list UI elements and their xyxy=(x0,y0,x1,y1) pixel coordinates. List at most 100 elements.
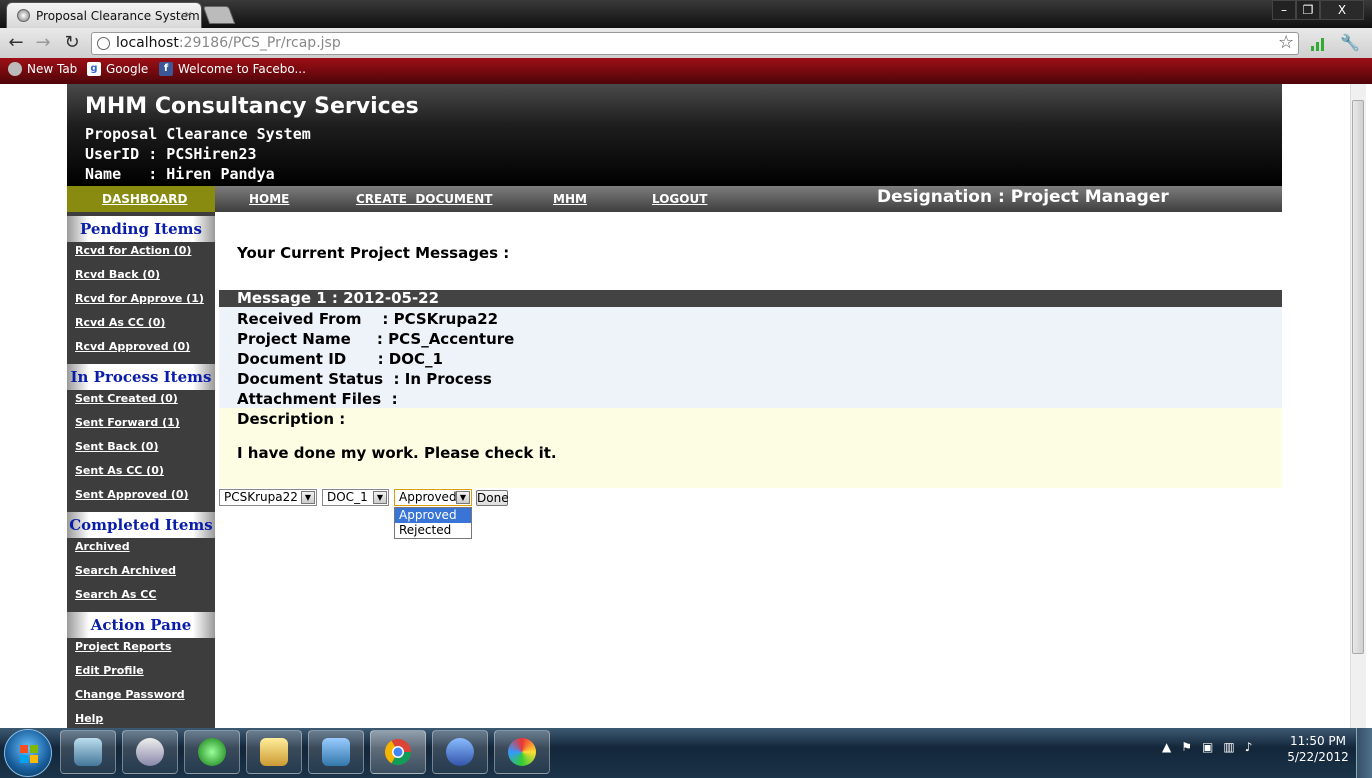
messages-heading: Your Current Project Messages : xyxy=(237,244,510,262)
taskbar-app-dolphin[interactable] xyxy=(432,730,488,774)
sidebar-link-sent-as-cc[interactable]: Sent As CC (0) xyxy=(75,464,164,477)
sidebar-link-sent-forward[interactable]: Sent Forward (1) xyxy=(75,416,180,429)
taskbar-app-paint[interactable] xyxy=(494,730,550,774)
ie-icon xyxy=(198,738,226,766)
system-name: Proposal Clearance System xyxy=(85,125,311,143)
google-icon: g xyxy=(87,62,101,76)
taskbar-app-explorer[interactable] xyxy=(246,730,302,774)
user-select[interactable]: PCSKrupa22 ▼ xyxy=(219,489,317,506)
paint-icon xyxy=(508,738,536,766)
outlook-icon xyxy=(136,738,164,766)
reload-icon[interactable]: ↻ xyxy=(61,32,83,54)
action-pane-heading: Action Pane xyxy=(67,612,215,638)
minimize-button[interactable]: – xyxy=(1272,0,1296,20)
action-center-flag-icon[interactable]: ⚑ xyxy=(1181,740,1192,754)
bookmark-label: Google xyxy=(106,62,149,76)
sidebar-link-search-as-cc[interactable]: Search As CC xyxy=(75,588,156,601)
scrollbar-thumb[interactable] xyxy=(1352,100,1364,654)
photo-viewer-icon xyxy=(322,738,350,766)
taskbar-app-photo-viewer[interactable] xyxy=(308,730,364,774)
chevron-down-icon: ▼ xyxy=(301,491,315,504)
attachment-files-row: Attachment Files : xyxy=(237,390,398,408)
sidebar-link-rcvd-for-action[interactable]: Rcvd for Action (0) xyxy=(75,244,191,257)
forward-arrow-icon[interactable]: → xyxy=(32,32,54,54)
browser-tab[interactable]: Proposal Clearance System × xyxy=(6,2,202,28)
user-id: UserID : PCSHiren23 xyxy=(85,145,257,163)
page-icon xyxy=(97,37,110,50)
message-title: Message 1 : 2012-05-22 xyxy=(219,290,1282,307)
page-favicon-icon xyxy=(17,9,30,22)
sidebar-link-sent-back[interactable]: Sent Back (0) xyxy=(75,440,158,453)
menu-dashboard[interactable]: DASHBOARD xyxy=(67,186,215,212)
taskbar-clock[interactable]: 11:50 PM 5/22/2012 xyxy=(1286,733,1350,765)
maximize-button[interactable]: ❐ xyxy=(1296,0,1320,20)
clock-date: 5/22/2012 xyxy=(1287,750,1349,764)
menu-dashboard-label: DASHBOARD xyxy=(102,192,188,206)
sidebar-link-rcvd-approved[interactable]: Rcvd Approved (0) xyxy=(75,340,190,353)
sidebar-link-edit-profile[interactable]: Edit Profile xyxy=(75,664,144,677)
document-select-value: DOC_1 xyxy=(327,490,368,504)
taskbar-app-virtualbox[interactable] xyxy=(60,730,116,774)
clock-time: 11:50 PM xyxy=(1290,734,1346,748)
company-name: MHM Consultancy Services xyxy=(85,94,419,119)
document-select[interactable]: DOC_1 ▼ xyxy=(322,489,389,506)
menu-mhm[interactable]: MHM xyxy=(553,192,587,206)
done-button[interactable]: Done xyxy=(476,490,509,506)
status-option-rejected[interactable]: Rejected xyxy=(395,523,471,538)
volume-icon[interactable]: ♪ xyxy=(1245,740,1253,754)
taskbar-app-chrome[interactable] xyxy=(370,730,426,774)
chevron-down-icon: ▼ xyxy=(373,491,387,504)
sidebar-link-change-password[interactable]: Change Password xyxy=(75,688,185,701)
signal-extension-icon[interactable] xyxy=(1310,36,1326,51)
designation: Designation : Project Manager xyxy=(877,187,1169,207)
bookmark-new-tab[interactable]: New Tab xyxy=(8,62,77,76)
sidebar-link-archived[interactable]: Archived xyxy=(75,540,130,553)
menu-logout[interactable]: LOGOUT xyxy=(652,192,707,206)
wrench-icon[interactable]: 🔧 xyxy=(1340,33,1360,52)
status-select[interactable]: Approved ▼ xyxy=(394,489,472,506)
sidebar-link-sent-approved[interactable]: Sent Approved (0) xyxy=(75,488,189,501)
sidebar-link-rcvd-for-approve[interactable]: Rcvd for Approve (1) xyxy=(75,292,204,305)
bookmark-label: New Tab xyxy=(27,62,78,76)
explorer-icon xyxy=(260,738,288,766)
bookmark-facebook[interactable]: f Welcome to Facebo... xyxy=(159,62,306,76)
windows-logo-icon xyxy=(20,745,38,763)
address-bar[interactable]: localhost:29186/PCS_Pr/rcap.jsp xyxy=(91,32,1299,55)
received-from-row: Received From : PCSKrupa22 xyxy=(237,310,499,328)
in-process-items-heading: In Process Items xyxy=(67,364,215,390)
bookmark-star-icon[interactable]: ☆ xyxy=(1278,32,1294,53)
document-id-row: Document ID : DOC_1 xyxy=(237,350,443,368)
facebook-icon: f xyxy=(159,62,173,76)
chevron-down-icon: ▼ xyxy=(456,491,470,504)
sidebar-link-project-reports[interactable]: Project Reports xyxy=(75,640,171,653)
user-select-value: PCSKrupa22 xyxy=(224,490,298,504)
network-icon[interactable]: ▥ xyxy=(1223,740,1234,754)
tray-expand-icon[interactable]: ▲ xyxy=(1162,740,1171,754)
project-name-row: Project Name : PCS_Accenture xyxy=(237,330,515,348)
description-label: Description : xyxy=(237,410,346,428)
menu-create-document[interactable]: CREATE DOCUMENT xyxy=(356,192,492,206)
globe-icon xyxy=(8,62,22,76)
tray-app-icon[interactable]: ▣ xyxy=(1202,740,1213,754)
site-header: MHM Consultancy Services Proposal Cleara… xyxy=(67,84,1282,186)
status-select-value: Approved xyxy=(399,490,457,504)
bookmark-google[interactable]: g Google xyxy=(87,62,148,76)
status-option-approved[interactable]: Approved xyxy=(395,508,471,523)
tab-close-icon[interactable]: × xyxy=(184,8,193,21)
taskbar-app-outlook[interactable] xyxy=(122,730,178,774)
back-arrow-icon[interactable]: ← xyxy=(5,32,27,54)
pending-items-heading: Pending Items xyxy=(67,216,215,242)
dolphin-icon xyxy=(446,738,474,766)
start-button[interactable] xyxy=(4,729,52,777)
bookmark-label: Welcome to Facebo... xyxy=(178,62,306,76)
sidebar-link-help[interactable]: Help xyxy=(75,712,103,725)
user-name: Name : Hiren Pandya xyxy=(85,165,275,183)
sidebar-link-rcvd-back[interactable]: Rcvd Back (0) xyxy=(75,268,160,281)
menu-home[interactable]: HOME xyxy=(249,192,289,206)
show-desktop-button[interactable] xyxy=(1356,728,1372,778)
close-window-button[interactable]: X xyxy=(1320,0,1364,20)
sidebar-link-search-archived[interactable]: Search Archived xyxy=(75,564,176,577)
sidebar-link-rcvd-as-cc[interactable]: Rcvd As CC (0) xyxy=(75,316,165,329)
sidebar-link-sent-created[interactable]: Sent Created (0) xyxy=(75,392,178,405)
taskbar-app-ie[interactable] xyxy=(184,730,240,774)
